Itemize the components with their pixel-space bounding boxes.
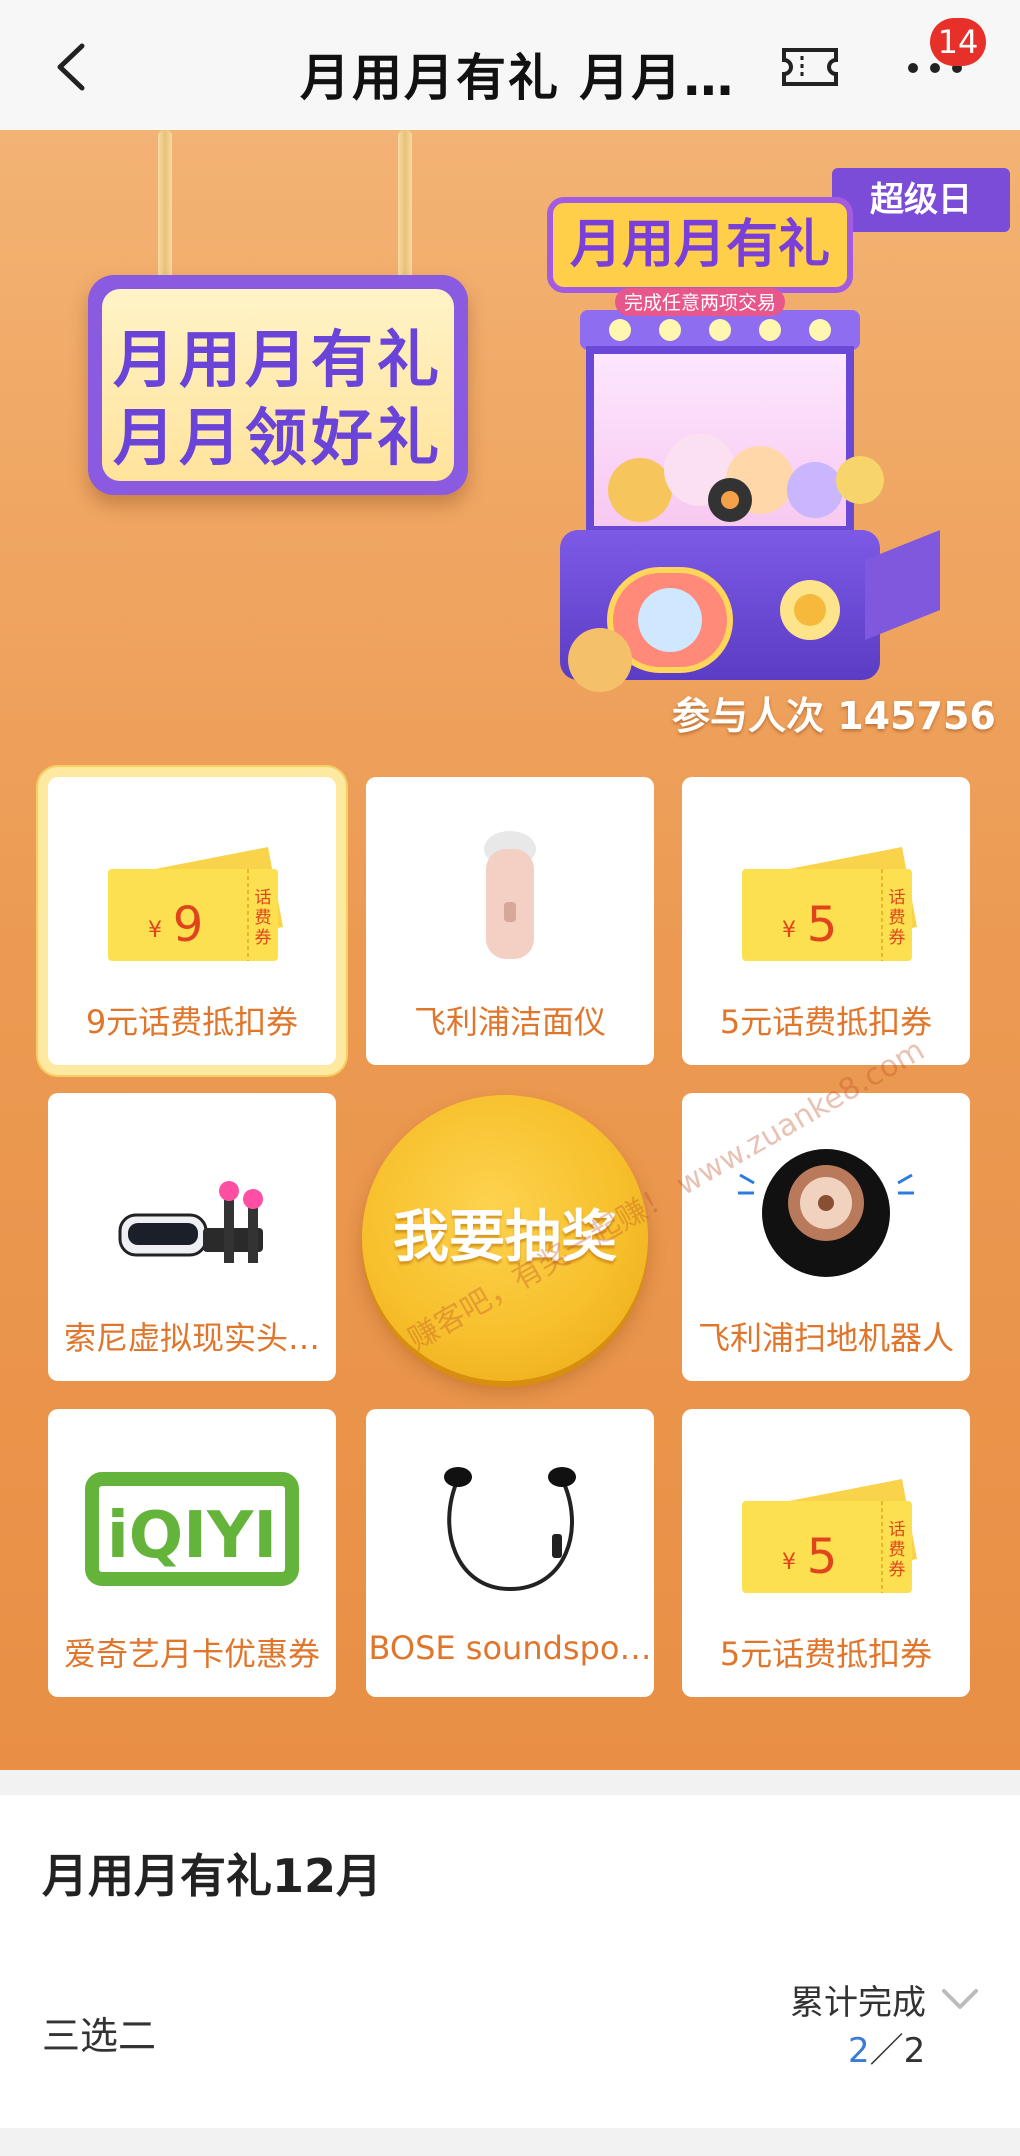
ticket-icon[interactable] [780,44,840,90]
svg-text:¥: ¥ [782,918,796,943]
task-name: 三选二 [42,2014,157,2058]
chevron-down-icon[interactable] [940,1985,980,2015]
prize-card[interactable]: 索尼虚拟现实头… [48,1093,336,1381]
svg-text:券: 券 [889,928,906,948]
task-section: 月用月有礼12月 三选二 累计完成 2／2 [0,1795,1020,2156]
bottom-strip [0,2128,1020,2156]
prize-card[interactable]: ¥ 5 话 费 券 5元话费抵扣券 [682,777,970,1065]
svg-text:话: 话 [255,888,272,908]
svg-text:话: 话 [889,888,906,908]
progress-separator: ／ [869,2031,904,2071]
sign-line-1: 月用月有礼 [112,323,443,396]
sign-line-2: 月月领好礼 [112,401,443,474]
notification-badge: 14 [930,18,986,66]
facial-cleanser-icon [484,831,536,959]
svg-text:费: 费 [255,908,272,928]
claw-machine-illustration: 月用月有礼 完成任意两项交易 [547,197,940,692]
task-status-label: 累计完成 [790,1983,926,2023]
svg-text:5: 5 [807,1529,838,1585]
prize-card[interactable]: iQIYI 爱奇艺月卡优惠券 [48,1409,336,1697]
hanging-sign: 月用月有礼 月月领好礼 [88,275,468,495]
prize-card[interactable]: ¥ 5 话 费 券 5元话费抵扣券 [682,1409,970,1697]
svg-text:费: 费 [889,1540,906,1560]
machine-subtitle: 完成任意两项交易 [624,292,776,314]
svg-text:9: 9 [173,897,204,953]
svg-text:话: 话 [889,1520,906,1540]
prize-label: 索尼虚拟现实头… [63,1319,320,1357]
phone-coupon-icon: ¥ 5 话 费 券 [742,847,917,961]
prize-label: 爱奇艺月卡优惠券 [63,1635,320,1673]
earphones-icon [444,1467,576,1592]
svg-text:¥: ¥ [148,918,162,943]
task-progress: 2／2 [848,2023,925,2072]
svg-text:5: 5 [807,897,838,953]
promo-banner: 月用月有礼 月月领好礼 超级日 月用月有礼 完成任意两项交易 参与人次 1457… [0,130,1020,1770]
prize-card[interactable]: BOSE soundspo… [366,1409,654,1697]
phone-coupon-icon: ¥ 9 话 费 券 [108,847,283,961]
section-title: 月用月有礼12月 [42,1849,383,1903]
machine-title: 月用月有礼 [570,215,830,275]
sign-rope [158,130,172,290]
svg-text:iQIYI: iQIYI [107,1499,277,1573]
prize-label: BOSE soundspo… [368,1629,652,1667]
prize-card[interactable]: ¥ 9 话 费 券 9元话费抵扣券 [48,777,336,1065]
prize-label: 飞利浦洁面仪 [413,1003,606,1041]
progress-done: 2 [848,2031,870,2071]
prize-card[interactable]: 飞利浦洁面仪 [366,777,654,1065]
vr-headset-icon [118,1181,263,1263]
iqiyi-logo: iQIYI [85,1472,299,1586]
prize-label: 9元话费抵扣券 [85,1003,299,1041]
svg-text:¥: ¥ [782,1550,796,1575]
prize-label: 5元话费抵扣券 [719,1635,933,1673]
progress-total: 2 [903,2031,926,2071]
prize-label: 飞利浦扫地机器人 [697,1319,954,1357]
svg-text:券: 券 [889,1560,906,1580]
svg-text:费: 费 [889,908,906,928]
prize-label: 5元话费抵扣券 [719,1003,933,1041]
svg-text:券: 券 [255,928,272,948]
back-arrow-icon[interactable] [52,42,92,92]
phone-coupon-icon: ¥ 5 话 费 券 [742,1479,917,1593]
participant-count: 参与人次 145756 [672,694,996,738]
page-title: 月用月有礼 月月… [300,49,736,107]
sign-rope [398,130,412,290]
top-navigation-bar: 月用月有礼 月月… 14 [0,0,1020,130]
